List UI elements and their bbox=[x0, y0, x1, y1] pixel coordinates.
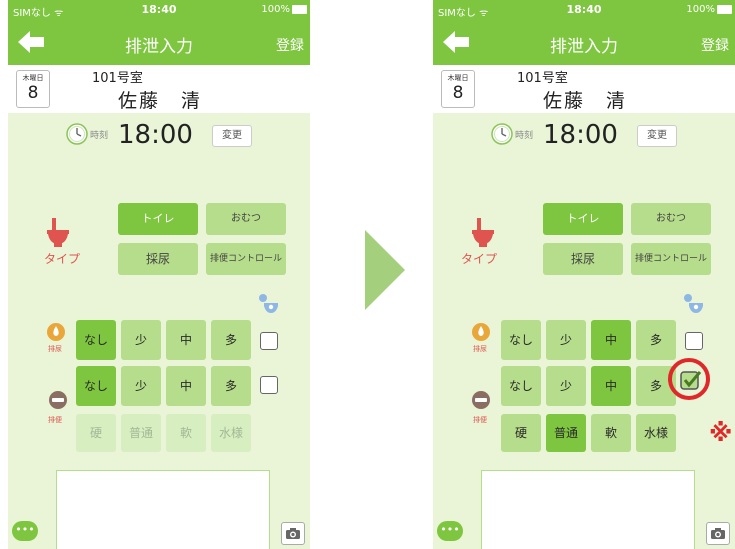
toilet-icon bbox=[472, 218, 494, 247]
consistency-watery-button[interactable]: 水様 bbox=[211, 414, 251, 452]
defecation-small-button[interactable]: 少 bbox=[546, 366, 586, 406]
urination-diaper-checkbox[interactable] bbox=[260, 332, 278, 350]
urination-large-button[interactable]: 多 bbox=[211, 320, 251, 360]
urination-medium-button[interactable]: 中 bbox=[591, 320, 631, 360]
annotation-mark: ※ bbox=[709, 419, 733, 447]
battery-icon bbox=[292, 5, 307, 14]
comment-icon[interactable]: ••• bbox=[12, 521, 38, 541]
day-number: 8 bbox=[452, 83, 464, 103]
defecation-icon bbox=[472, 391, 490, 409]
battery-percent: 100% bbox=[261, 4, 290, 15]
page-title: 排泄入力 bbox=[125, 37, 193, 57]
consistency-hard-button[interactable]: 硬 bbox=[76, 414, 116, 452]
time-value: 18:00 bbox=[543, 120, 618, 150]
weekday-label: 木曜日 bbox=[22, 74, 44, 82]
weekday-label: 木曜日 bbox=[447, 74, 469, 82]
room-number: 101号室 bbox=[92, 71, 143, 86]
clock-icon bbox=[66, 123, 88, 145]
day-number: 8 bbox=[27, 83, 39, 103]
camera-icon[interactable] bbox=[706, 522, 730, 545]
register-button[interactable]: 登録 bbox=[701, 35, 729, 55]
urine-collect-button[interactable]: 採尿 bbox=[543, 243, 623, 275]
resident-name: 佐藤 清 bbox=[118, 90, 203, 112]
time-label: 時刻 bbox=[90, 131, 109, 141]
transition-arrow-icon bbox=[365, 230, 405, 310]
time-row: 時刻 18:00 変更 bbox=[433, 120, 735, 150]
toilet-icon bbox=[47, 218, 69, 247]
screen-before: SIMなし ᯤ 18:40 100% 排泄入力 登録 木曜日 8 101号室 佐… bbox=[8, 0, 310, 549]
urination-small-button[interactable]: 少 bbox=[121, 320, 161, 360]
defecation-diaper-checkbox-checked[interactable] bbox=[680, 369, 702, 391]
defecation-small-button[interactable]: 少 bbox=[121, 366, 161, 406]
urination-label: 排尿 bbox=[48, 345, 62, 353]
consistency-normal-button[interactable]: 普通 bbox=[121, 414, 161, 452]
toilet-button[interactable]: トイレ bbox=[118, 203, 198, 235]
diaper-small-icon bbox=[259, 294, 278, 313]
defecation-medium-button[interactable]: 中 bbox=[166, 366, 206, 406]
urination-large-button[interactable]: 多 bbox=[636, 320, 676, 360]
urination-medium-button[interactable]: 中 bbox=[166, 320, 206, 360]
resident-name: 佐藤 清 bbox=[543, 90, 628, 112]
urine-collect-button[interactable]: 採尿 bbox=[118, 243, 198, 275]
time-label: 時刻 bbox=[515, 131, 534, 141]
defecation-icon bbox=[49, 391, 67, 409]
battery-icon bbox=[717, 5, 732, 14]
resident-header: 木曜日 8 101号室 佐藤 清 bbox=[433, 65, 735, 113]
type-label: タイプ bbox=[44, 252, 81, 266]
consistency-watery-button[interactable]: 水様 bbox=[636, 414, 676, 452]
toilet-button[interactable]: トイレ bbox=[543, 203, 623, 235]
room-number: 101号室 bbox=[517, 71, 568, 86]
time-value: 18:00 bbox=[118, 120, 193, 150]
stool-control-button[interactable]: 排便コントロール bbox=[206, 243, 286, 275]
battery-percent: 100% bbox=[686, 4, 715, 15]
status-bar: SIMなし ᯤ 18:40 100% bbox=[8, 0, 310, 20]
date-badge: 木曜日 8 bbox=[441, 70, 475, 108]
urination-label: 排尿 bbox=[473, 345, 487, 353]
defecation-label: 排便 bbox=[48, 416, 62, 424]
time-row: 時刻 18:00 変更 bbox=[8, 120, 310, 150]
date-badge: 木曜日 8 bbox=[16, 70, 50, 108]
urination-none-button[interactable]: なし bbox=[76, 320, 116, 360]
defecation-medium-button[interactable]: 中 bbox=[591, 366, 631, 406]
urination-none-button[interactable]: なし bbox=[501, 320, 541, 360]
clock-icon bbox=[491, 123, 513, 145]
diaper-small-icon bbox=[684, 294, 703, 313]
consistency-soft-button[interactable]: 軟 bbox=[166, 414, 206, 452]
register-button[interactable]: 登録 bbox=[276, 35, 304, 55]
defecation-large-button[interactable]: 多 bbox=[211, 366, 251, 406]
memo-field[interactable] bbox=[56, 470, 270, 549]
diaper-button[interactable]: おむつ bbox=[206, 203, 286, 235]
diaper-button[interactable]: おむつ bbox=[631, 203, 711, 235]
change-time-button[interactable]: 変更 bbox=[637, 125, 677, 147]
camera-icon[interactable] bbox=[281, 522, 305, 545]
page-title: 排泄入力 bbox=[550, 37, 618, 57]
urination-diaper-checkbox[interactable] bbox=[685, 332, 703, 350]
urination-icon bbox=[47, 323, 65, 341]
memo-field[interactable] bbox=[481, 470, 695, 549]
comment-icon[interactable]: ••• bbox=[437, 521, 463, 541]
consistency-normal-button[interactable]: 普通 bbox=[546, 414, 586, 452]
stool-control-button[interactable]: 排便コントロール bbox=[631, 243, 711, 275]
screen-after: SIMなし ᯤ 18:40 100% 排泄入力 登録 木曜日 8 101号室 佐… bbox=[433, 0, 735, 549]
defecation-label: 排便 bbox=[473, 416, 487, 424]
defecation-diaper-checkbox[interactable] bbox=[260, 376, 278, 394]
urination-icon bbox=[472, 323, 490, 341]
consistency-soft-button[interactable]: 軟 bbox=[591, 414, 631, 452]
nav-bar: 排泄入力 登録 bbox=[8, 20, 310, 65]
resident-header: 木曜日 8 101号室 佐藤 清 bbox=[8, 65, 310, 113]
defecation-none-button[interactable]: なし bbox=[501, 366, 541, 406]
type-label: タイプ bbox=[461, 252, 498, 266]
change-time-button[interactable]: 変更 bbox=[212, 125, 252, 147]
defecation-none-button[interactable]: なし bbox=[76, 366, 116, 406]
status-bar: SIMなし ᯤ 18:40 100% bbox=[433, 0, 735, 20]
urination-small-button[interactable]: 少 bbox=[546, 320, 586, 360]
nav-bar: 排泄入力 登録 bbox=[433, 20, 735, 65]
consistency-hard-button[interactable]: 硬 bbox=[501, 414, 541, 452]
